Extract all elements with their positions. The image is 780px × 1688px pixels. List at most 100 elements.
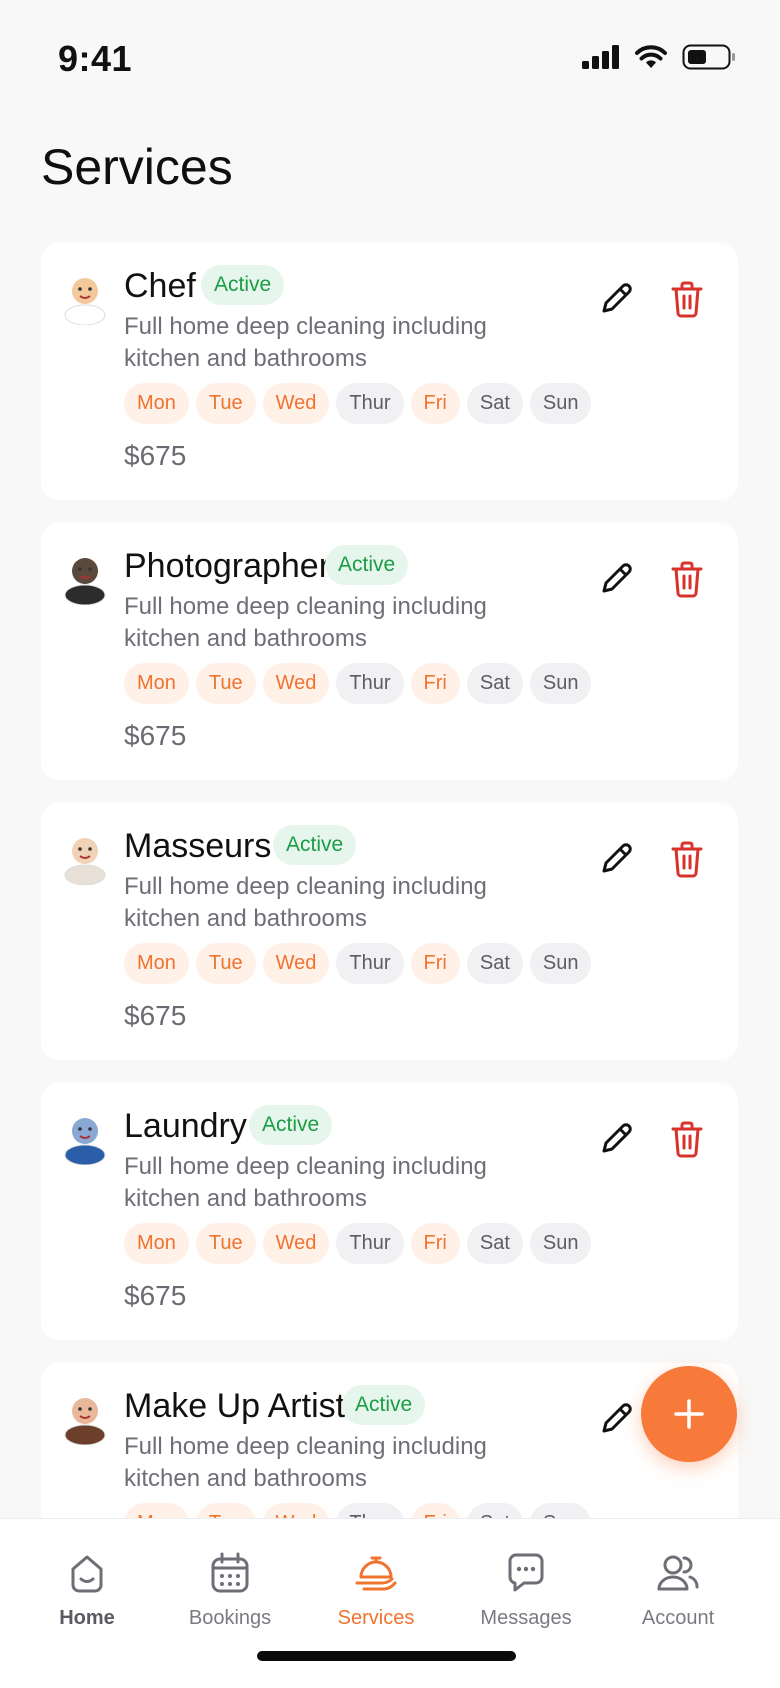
- day-chip-tue[interactable]: Tue: [195, 663, 256, 704]
- service-description: Full home deep cleaning including kitche…: [124, 593, 487, 652]
- day-chip-thur[interactable]: Thur: [336, 1223, 404, 1264]
- day-chip-thur[interactable]: Thur: [336, 383, 404, 424]
- edit-button[interactable]: [596, 559, 636, 599]
- day-chip-sat[interactable]: Sat: [466, 943, 523, 984]
- edit-button[interactable]: [596, 279, 636, 319]
- status-badge: Active: [249, 1105, 333, 1145]
- day-chip-tue[interactable]: Tue: [195, 943, 256, 984]
- service-price: $675: [124, 1280, 187, 1311]
- day-chip-fri[interactable]: Fri: [410, 663, 460, 704]
- status-badge: Active: [325, 545, 409, 585]
- calendar-icon: [211, 1552, 249, 1593]
- day-chip-thur[interactable]: Thur: [336, 943, 404, 984]
- availability-days: MonTueWedThurFriSatSun: [124, 1223, 592, 1264]
- pencil-icon: [602, 563, 632, 593]
- delete-button[interactable]: [668, 559, 706, 599]
- day-chip-wed[interactable]: Wed: [262, 943, 330, 984]
- edit-button[interactable]: [596, 1399, 636, 1439]
- service-description: Full home deep cleaning including kitche…: [124, 873, 487, 932]
- pencil-icon: [602, 843, 632, 873]
- service-price: $675: [124, 720, 187, 751]
- edit-button[interactable]: [596, 1119, 636, 1159]
- day-chip-sat[interactable]: Sat: [466, 663, 523, 704]
- cellular-signal-icon: [582, 45, 619, 69]
- service-list: Chef Active Full home deep cleaning includ…: [41, 243, 738, 1643]
- day-chip-tue[interactable]: Tue: [195, 1223, 256, 1264]
- status-badge: Active: [273, 825, 357, 865]
- bottom-tab-bar: Home Bookings Services Messages Account: [0, 1518, 780, 1688]
- tab-services-label: Services: [337, 1607, 415, 1629]
- day-chip-sat[interactable]: Sat: [466, 383, 523, 424]
- delete-button[interactable]: [668, 1119, 706, 1159]
- day-chip-sun[interactable]: Sun: [529, 943, 592, 984]
- day-chip-fri[interactable]: Fri: [410, 383, 460, 424]
- services-screen: 9:41 Services Chef Active Full home deep c…: [0, 0, 780, 1688]
- chat-icon: [508, 1553, 544, 1592]
- tab-messages-label: Messages: [480, 1607, 572, 1629]
- service-title: Chef: [124, 267, 196, 305]
- service-description: Full home deep cleaning including kitche…: [124, 1153, 487, 1212]
- tab-account-label: Account: [641, 1607, 715, 1629]
- tab-bookings[interactable]: Bookings: [160, 1549, 300, 1630]
- pencil-icon: [602, 1123, 632, 1153]
- service-bell-icon: [355, 1556, 397, 1591]
- day-chip-wed[interactable]: Wed: [262, 383, 330, 424]
- tab-home[interactable]: Home: [17, 1549, 157, 1630]
- service-description: Full home deep cleaning including kitche…: [124, 1433, 487, 1492]
- day-chip-sun[interactable]: Sun: [529, 1223, 592, 1264]
- status-time: 9:41: [58, 38, 133, 79]
- day-chip-sun[interactable]: Sun: [529, 663, 592, 704]
- day-chip-thur[interactable]: Thur: [336, 663, 404, 704]
- wifi-icon: [635, 45, 667, 68]
- day-chip-fri[interactable]: Fri: [410, 1223, 460, 1264]
- day-chip-wed[interactable]: Wed: [262, 1223, 330, 1264]
- delete-button[interactable]: [668, 279, 706, 319]
- day-chip-mon[interactable]: Mon: [124, 663, 189, 704]
- add-service-button[interactable]: [641, 1366, 737, 1462]
- service-title: Make Up Artist: [124, 1387, 346, 1425]
- pencil-icon: [602, 1403, 632, 1433]
- tab-bookings-label: Bookings: [188, 1607, 272, 1629]
- battery-icon: [682, 44, 735, 70]
- day-chip-fri[interactable]: Fri: [410, 943, 460, 984]
- tab-home-label: Home: [59, 1607, 115, 1629]
- day-chip-tue[interactable]: Tue: [195, 383, 256, 424]
- tab-messages[interactable]: Messages: [456, 1549, 596, 1630]
- service-title: Photographer: [124, 547, 331, 585]
- day-chip-sun[interactable]: Sun: [529, 383, 592, 424]
- makeup-artist-avatar-icon: [64, 1398, 106, 1445]
- availability-days: MonTueWedThurFriSatSun: [124, 943, 592, 984]
- edit-button[interactable]: [596, 839, 636, 879]
- masseur-avatar-icon: [64, 838, 106, 885]
- day-chip-wed[interactable]: Wed: [262, 663, 330, 704]
- service-card[interactable]: Photographer Active Full home deep cleanin…: [41, 523, 738, 780]
- home-icon: [71, 1555, 103, 1593]
- tab-account[interactable]: Account: [608, 1549, 748, 1630]
- photographer-avatar-icon: [64, 558, 106, 605]
- service-card[interactable]: Masseurs Active Full home deep cleaning in…: [41, 803, 738, 1060]
- trash-icon: [671, 1121, 703, 1158]
- day-chip-mon[interactable]: Mon: [124, 943, 189, 984]
- day-chip-mon[interactable]: Mon: [124, 1223, 189, 1264]
- day-chip-sat[interactable]: Sat: [466, 1223, 523, 1264]
- service-card[interactable]: Chef Active Full home deep cleaning includ…: [41, 243, 738, 500]
- delete-button[interactable]: [668, 839, 706, 879]
- service-title: Masseurs: [124, 827, 272, 865]
- service-price: $675: [124, 440, 187, 471]
- trash-icon: [671, 281, 703, 318]
- status-icons: [582, 44, 736, 70]
- status-bar: 9:41: [0, 0, 780, 120]
- service-price: $675: [124, 1000, 187, 1031]
- chef-avatar-icon: [64, 278, 106, 325]
- laundry-avatar-icon: [64, 1118, 106, 1165]
- day-chip-mon[interactable]: Mon: [124, 383, 189, 424]
- availability-days: MonTueWedThurFriSatSun: [124, 383, 592, 424]
- home-indicator: [257, 1651, 516, 1661]
- trash-icon: [671, 561, 703, 598]
- tab-services[interactable]: Services: [306, 1549, 446, 1630]
- service-card[interactable]: Laundry Active Full home deep cleaning inc…: [41, 1083, 738, 1340]
- service-description: Full home deep cleaning including kitche…: [124, 313, 487, 372]
- users-icon: [657, 1555, 699, 1591]
- trash-icon: [671, 841, 703, 878]
- service-title: Laundry: [124, 1107, 247, 1145]
